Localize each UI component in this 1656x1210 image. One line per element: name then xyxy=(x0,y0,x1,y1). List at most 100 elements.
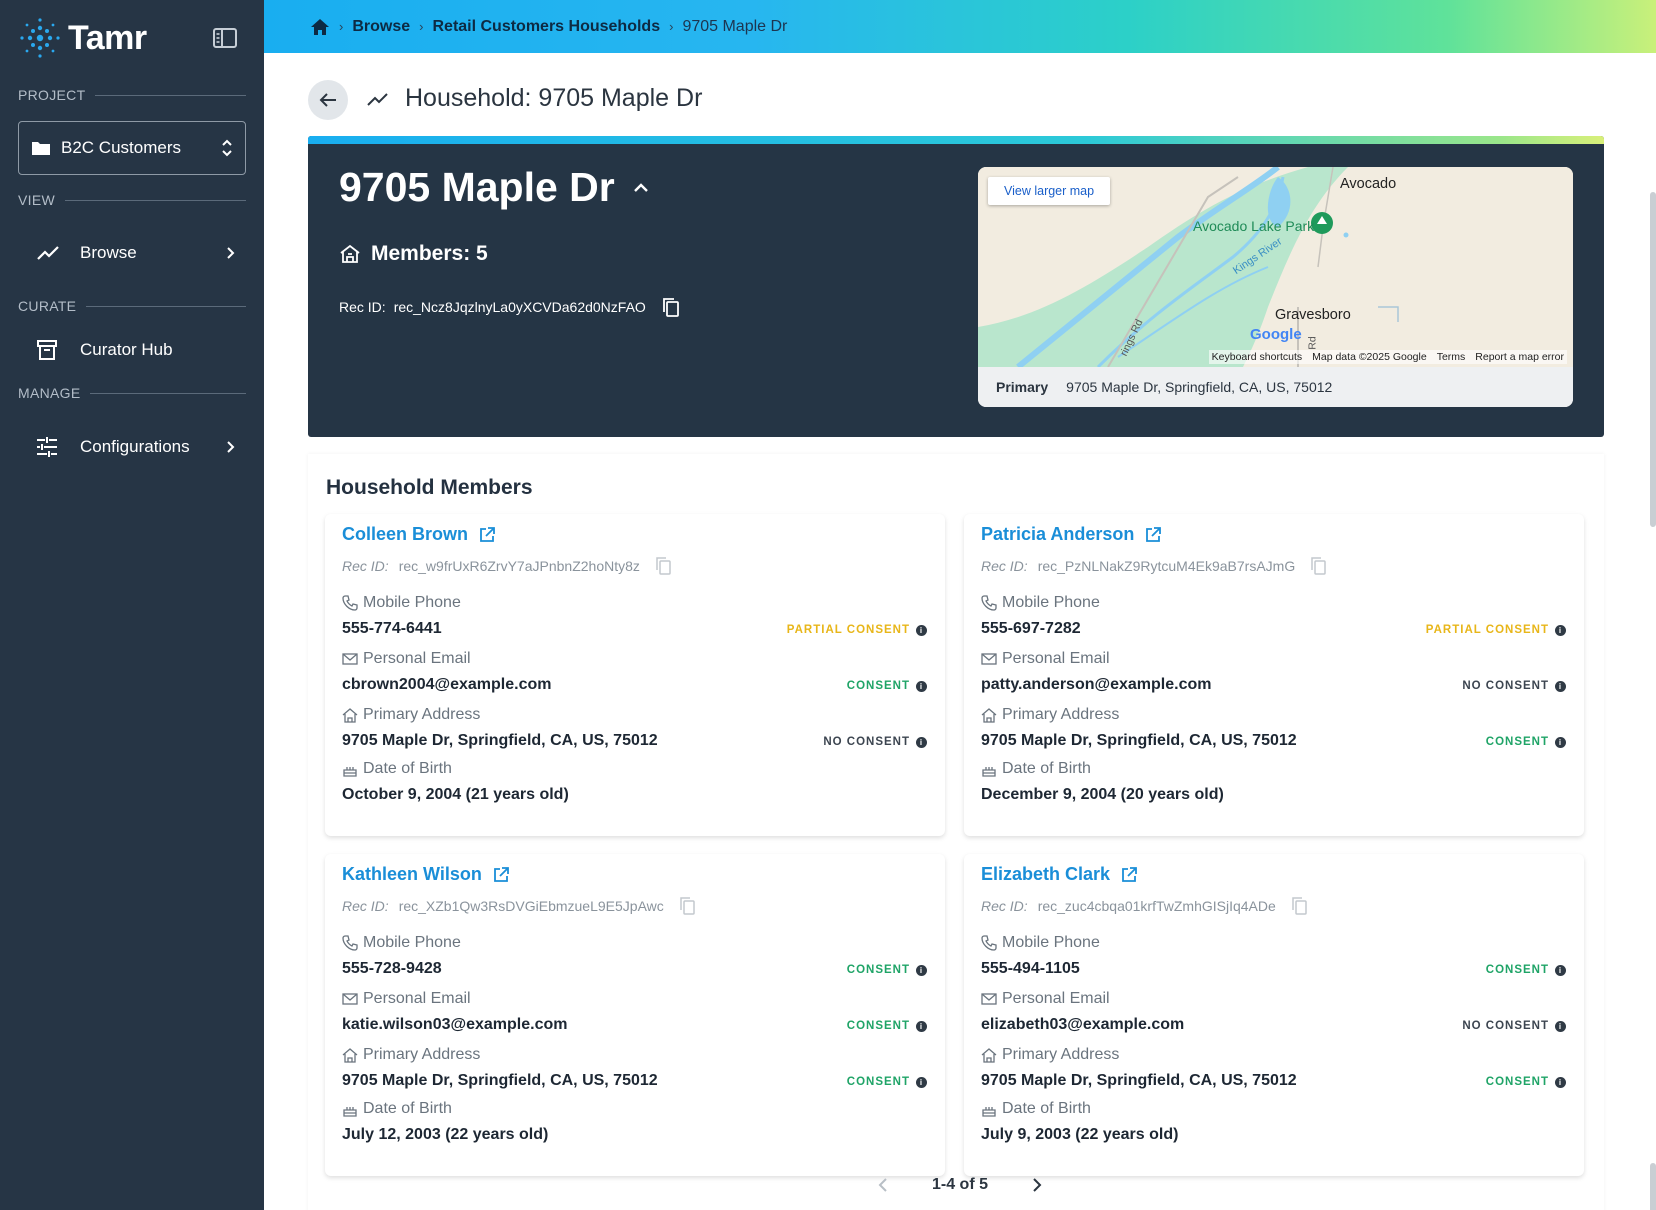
consent-status: PARTIAL CONSENT xyxy=(1425,624,1549,636)
field-label-text: Primary Address xyxy=(1002,1046,1120,1063)
breadcrumb-separator: › xyxy=(339,19,344,34)
member-name-link[interactable]: Patricia Anderson xyxy=(981,524,1162,545)
phone-value: 555-494-1105 xyxy=(981,960,1080,977)
info-icon[interactable]: i xyxy=(1555,1020,1566,1032)
email-label: Personal Email xyxy=(342,990,471,1008)
household-heading: 9705 Maple Dr xyxy=(339,164,649,211)
breadcrumb-browse[interactable]: Browse xyxy=(352,18,410,36)
previous-page-button[interactable] xyxy=(878,1177,888,1193)
back-button[interactable] xyxy=(308,80,348,120)
folder-icon xyxy=(32,142,50,155)
google-logo: Google xyxy=(1250,326,1302,343)
project-select[interactable]: B2C Customers xyxy=(18,121,246,175)
copy-icon[interactable] xyxy=(662,297,680,317)
dob-value: July 9, 2003 (22 years old) xyxy=(981,1126,1179,1143)
mail-icon xyxy=(342,653,358,665)
dob-value: December 9, 2004 (20 years old) xyxy=(981,786,1224,803)
email-consent-badge: NO CONSENT i xyxy=(1462,680,1566,692)
info-icon[interactable]: i xyxy=(916,624,927,636)
chevron-left-icon xyxy=(878,1178,887,1192)
dob-value: October 9, 2004 (21 years old) xyxy=(342,786,569,803)
copy-icon[interactable] xyxy=(680,897,696,915)
info-icon[interactable]: i xyxy=(916,680,927,692)
sidebar-item-browse[interactable]: Browse xyxy=(18,230,246,276)
phone-label: Mobile Phone xyxy=(342,934,461,952)
address-consent-badge: CONSENT i xyxy=(1486,1076,1566,1088)
info-icon[interactable]: i xyxy=(1555,680,1566,692)
info-icon[interactable]: i xyxy=(916,1076,927,1088)
pagination: 1-4 of 5 xyxy=(264,1176,1656,1194)
breadcrumb-dataset[interactable]: Retail Customers Households xyxy=(432,18,660,36)
consent-status: CONSENT xyxy=(846,1020,910,1032)
info-icon[interactable]: i xyxy=(1555,624,1566,636)
member-name-link[interactable]: Elizabeth Clark xyxy=(981,864,1138,885)
scrollbar-thumb[interactable] xyxy=(1650,192,1656,527)
consent-status: CONSENT xyxy=(846,964,910,976)
map-data-credit: Map data ©2025 Google xyxy=(1312,351,1427,363)
info-icon[interactable]: i xyxy=(916,964,927,976)
copy-icon[interactable] xyxy=(1311,557,1327,575)
view-larger-map-link[interactable]: View larger map xyxy=(988,177,1111,205)
field-label-text: Date of Birth xyxy=(1002,760,1091,777)
tamr-logo[interactable]: Tamr xyxy=(18,16,147,60)
primary-address-row: Primary 9705 Maple Dr, Springfield, CA, … xyxy=(978,367,1573,407)
member-name-link[interactable]: Kathleen Wilson xyxy=(342,864,510,885)
phone-icon xyxy=(981,935,997,951)
dob-label: Date of Birth xyxy=(981,1100,1091,1118)
household-icon xyxy=(340,244,360,263)
primary-address-value: 9705 Maple Dr, Springfield, CA, US, 7501… xyxy=(1066,379,1333,395)
scrollbar-thumb-lower[interactable] xyxy=(1650,1163,1656,1210)
member-name-link[interactable]: Colleen Brown xyxy=(342,524,496,545)
map-terms-link[interactable]: Terms xyxy=(1437,351,1466,363)
sidebar-item-label: Browse xyxy=(80,243,137,262)
cake-icon xyxy=(982,767,996,777)
phone-label: Mobile Phone xyxy=(981,594,1100,612)
info-icon[interactable]: i xyxy=(916,1020,927,1032)
keyboard-shortcuts-link[interactable]: Keyboard shortcuts xyxy=(1212,351,1302,363)
sidebar-item-curator-hub[interactable]: Curator Hub xyxy=(18,327,246,373)
pagination-text: 1-4 of 5 xyxy=(931,1176,988,1193)
info-icon[interactable]: i xyxy=(916,736,927,748)
phone-icon xyxy=(342,595,358,611)
logo-text: Tamr xyxy=(68,18,147,57)
info-icon[interactable]: i xyxy=(1555,736,1566,748)
field-label-text: Primary Address xyxy=(363,706,481,723)
next-page-button[interactable] xyxy=(1032,1177,1042,1193)
consent-status: CONSENT xyxy=(846,1076,910,1088)
field-label-text: Personal Email xyxy=(363,990,471,1007)
home-icon[interactable] xyxy=(310,18,330,36)
collapse-sidebar-button[interactable] xyxy=(212,26,238,50)
household-members-title: Household Members xyxy=(326,476,533,499)
sliders-icon xyxy=(37,437,57,457)
map-label-road: Rd xyxy=(1306,336,1319,350)
copy-icon[interactable] xyxy=(656,557,672,575)
copy-icon[interactable] xyxy=(1292,897,1308,915)
manage-section-label: MANAGE xyxy=(18,385,246,401)
breadcrumb-separator: › xyxy=(669,19,674,34)
household-name: 9705 Maple Dr xyxy=(339,164,615,210)
field-label-text: Personal Email xyxy=(1002,650,1110,667)
household-map[interactable]: View larger map Avocado Avocado Lake Par… xyxy=(978,167,1573,407)
member-name: Patricia Anderson xyxy=(981,524,1135,544)
field-label-text: Mobile Phone xyxy=(363,594,461,611)
dob-label: Date of Birth xyxy=(342,760,452,778)
info-icon[interactable]: i xyxy=(1555,1076,1566,1088)
email-consent-badge: NO CONSENT i xyxy=(1462,1020,1566,1032)
sidebar-item-configurations[interactable]: Configurations xyxy=(18,424,246,470)
consent-status: CONSENT xyxy=(1485,964,1549,976)
member-card: Kathleen Wilson Rec ID: rec_XZb1Qw3RsDVGiE… xyxy=(325,854,945,1176)
field-label-text: Date of Birth xyxy=(363,1100,452,1117)
address-label: Primary Address xyxy=(981,706,1119,724)
info-icon[interactable]: i xyxy=(1555,964,1566,976)
phone-consent-badge: CONSENT i xyxy=(1486,964,1566,976)
address-consent-badge: CONSENT i xyxy=(847,1076,927,1088)
member-card: Colleen Brown Rec ID: rec_w9frUxR6ZrvY7aJP… xyxy=(325,514,945,836)
household-summary-card: 9705 Maple Dr Members: 5 Rec ID: rec_Ncz… xyxy=(308,136,1604,437)
member-name: Kathleen Wilson xyxy=(342,864,482,884)
email-label: Personal Email xyxy=(342,650,471,668)
chevron-up-icon[interactable] xyxy=(633,182,649,194)
report-map-error-link[interactable]: Report a map error xyxy=(1475,351,1564,363)
rec-id-label: Rec ID: xyxy=(342,558,389,574)
trend-icon xyxy=(37,246,59,260)
phone-icon xyxy=(981,595,997,611)
